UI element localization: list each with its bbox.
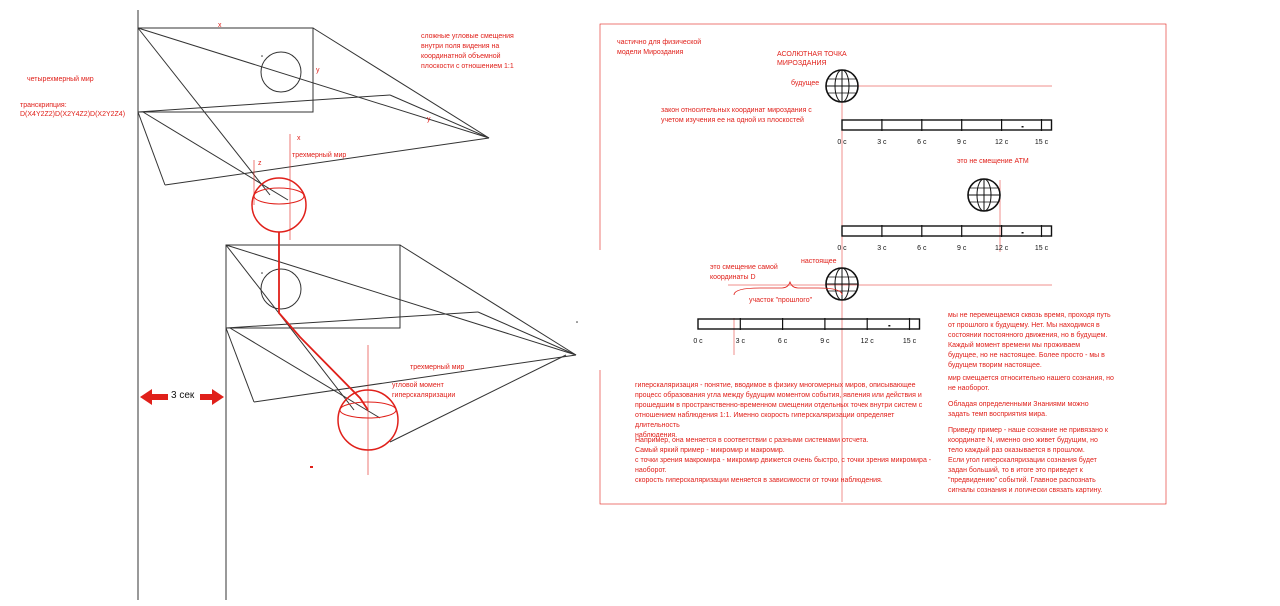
timeline-tick-label: 3 с [877,139,887,146]
upper-plane-rect [137,27,314,113]
law-note: закон относительных координат мироздания… [661,107,812,124]
timeline-1: 0 с 3 с 6 с 9 с 12 с 15 с [837,119,1053,146]
lower-sphere-dot [261,272,263,274]
label-four-dim-world: четырехмерный мир [27,75,94,83]
lower-plane-rect [225,244,401,329]
timeline-tick-label: 3 с [877,245,887,252]
side-paragraph-4: Приведу пример - наше сознание не привяз… [948,427,1108,494]
label-transcription-value: D(X4Y2Z2)D(X2Y4Z2)D(X2Y2Z4) [20,111,125,118]
timeline-tick-label: 9 с [957,245,967,252]
timeline-tick-label: 3 с [736,338,746,345]
timeline-tick-label: 15 с [903,338,917,345]
hyper-paragraph-1: гиперскаляризация - понятие, вводимое в … [635,382,923,439]
angular-moment-note: угловой момент гиперскаляризации [392,382,456,399]
angular-note: сложные угловые смещения внутри поля вид… [421,33,514,70]
timeline-tick-label: 15 с [1035,245,1049,252]
lower-sphere [260,268,302,310]
label-absolute-point-1: АСОЛЮТНАЯ ТОЧКА [777,51,847,58]
red-trajectory [278,232,369,411]
timeline-tick-label: 0 с [837,245,847,252]
label-y-top: y [316,67,320,74]
edge-dot [576,321,578,323]
partial-note: частично для физической модели Мироздани… [617,39,702,56]
timeline-bar [697,318,921,330]
timeline-marker [1021,126,1024,128]
red-dot-small [310,466,313,468]
shift-note: это смещение самой координаты D [710,264,778,281]
side-paragraph-1: мы не перемещаемся сквозь время, проходя… [948,312,1111,369]
label-future: будущее [791,79,819,87]
timeline-3: 0 с 3 с 6 с 9 с 12 с 15 с [693,318,921,345]
label-x-mid: x [297,135,301,142]
lower-edge-mid2 [477,311,577,356]
timeline-marker [888,325,891,327]
label-z: z [258,160,262,167]
label-x-top: x [218,22,222,29]
globe-icon-mid [967,178,1001,212]
timeline-tick-label: 15 с [1035,139,1049,146]
upper-sphere-dot [261,55,263,57]
red-sphere-upper [251,177,307,233]
right-frame-cover [598,250,604,370]
timeline-tick-label: 6 с [917,245,927,252]
timeline-tick-label: 0 с [693,338,703,345]
timeline-tick-label: 6 с [917,139,927,146]
red-sphere-upper-equator [253,187,305,205]
diagram-canvas: x y y x z четырехмерный мир транскрипция… [20,10,1167,600]
arrow-left-icon [140,389,168,405]
timeline-tick-label: 0 с [837,139,847,146]
lower-floor-left [225,327,255,403]
label-three-dim-world-2: трехмерный мир [410,363,464,371]
timeline-bar [841,119,1053,131]
label-present: настоящее [801,258,837,265]
label-three-sec: 3 сек [171,390,195,401]
label-not-atm: это не смещение АТМ [957,158,1029,165]
timeline-tick-label: 6 с [778,338,788,345]
timeline-tick-label: 12 с [861,338,875,345]
label-absolute-point-2: МИРОЗДАНИЯ [777,60,827,67]
timeline-2: 0 с 3 с 6 с 9 с 12 с 15 с [837,225,1053,252]
upper-sphere [260,51,302,93]
upper-edge-mid [137,94,391,113]
label-transcription: транскрипция: [20,102,67,109]
timeline-marker [1021,232,1024,234]
timeline-tick-label: 9 с [957,139,967,146]
side-paragraph-3: Обладая определенными Знаниями можно зад… [948,401,1089,418]
globe-icon-future [825,69,859,103]
upper-edge-mid2 [389,94,490,139]
upper-inner-diag2 [142,111,289,201]
upper-floor-bottom [164,137,490,186]
lower-edge-mid [225,311,479,329]
timeline-tick-label: 12 с [995,139,1009,146]
timeline-bar [841,225,1053,237]
arrow-right-icon [200,389,224,405]
globe-icon-present [825,267,859,301]
hyper-paragraph-2: Например, она меняется в соответствии с … [635,437,932,484]
label-y-mid: y [427,116,431,123]
label-past-segment: участок "прошлого" [749,297,813,304]
lower-edge-top [399,244,577,356]
side-paragraph-2: мир смещается относительно нашего сознан… [948,375,1114,392]
timeline-tick-label: 12 с [995,245,1009,252]
timeline-tick-label: 9 с [820,338,830,345]
label-three-dim-world-1: трехмерный мир [292,151,346,159]
